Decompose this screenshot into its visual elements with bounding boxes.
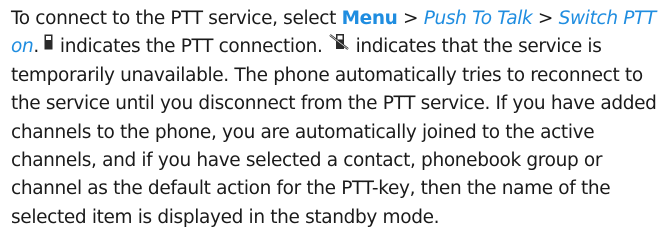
paragraph-line-2: on. indicates the PTT connection. indica…	[11, 33, 661, 61]
paragraph-line-4: the service until you disconnect from th…	[11, 93, 657, 115]
paragraph-text: .	[33, 36, 45, 58]
ptt-unavailable-icon	[328, 31, 350, 59]
switch-ptt-link-continued: on	[11, 36, 34, 58]
paragraph-text: indicates the PTT connection.	[54, 36, 329, 58]
switch-ptt-link: Switch PTT	[558, 8, 657, 29]
paragraph-line-8: selected item is displayed in the standb…	[11, 206, 440, 228]
menu-separator: >	[532, 8, 559, 29]
paragraph-text: indicates that the service is	[350, 36, 602, 58]
instruction-paragraph: To connect to the PTT service, select Me…	[11, 5, 661, 232]
paragraph-line-3: temporarily unavailable. The phone autom…	[11, 64, 643, 86]
paragraph-text: To connect to the PTT service, select	[11, 8, 342, 29]
menu-separator: >	[397, 8, 424, 29]
paragraph-line-6: channels, and if you have selected a con…	[11, 149, 603, 171]
paragraph-line-5: channels to the phone, you are automatic…	[11, 121, 595, 143]
ptt-connected-icon	[44, 31, 54, 59]
push-to-talk-link: Push To Talk	[423, 8, 533, 29]
menu-link: Menu	[341, 8, 398, 29]
paragraph-line-7: channel as the default action for the PT…	[11, 178, 611, 200]
paragraph-line-1: To connect to the PTT service, select Me…	[11, 5, 661, 33]
